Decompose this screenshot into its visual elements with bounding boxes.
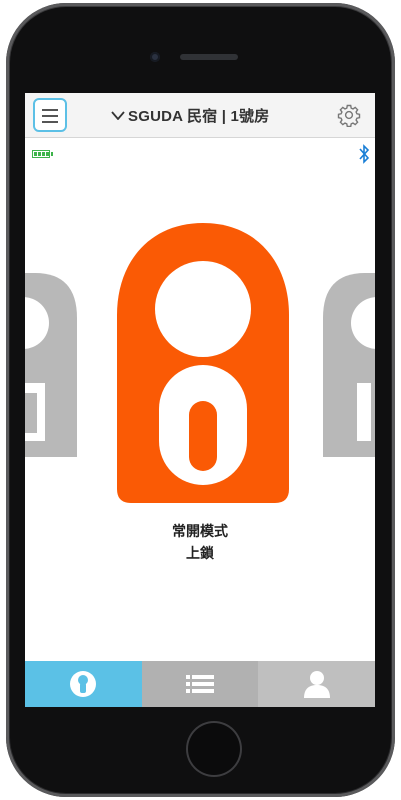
list-tab[interactable] [141,661,259,707]
earpiece-speaker [180,54,238,60]
lock-tab[interactable] [25,661,142,707]
person-icon [303,671,330,698]
gear-icon[interactable] [337,103,361,127]
lock-state-label: 上鎖 [186,545,214,561]
menu-line-icon [42,121,58,123]
front-camera [150,52,160,62]
keyhole-icon [70,671,97,697]
bluetooth-icon [359,144,370,164]
home-button[interactable] [186,721,242,777]
lock-option-left[interactable] [25,273,77,457]
bottom-tab-bar [25,661,375,707]
chevron-down-icon [111,110,125,120]
battery-icon [32,150,53,158]
menu-line-icon [42,109,58,111]
app-screen: SGUDA 民宿 | 1號房 常開模式 上鎖 [25,93,375,707]
hamburger-menu-button[interactable] [33,98,67,132]
list-icon [186,675,214,693]
lock-option-right[interactable] [323,273,375,457]
room-selector[interactable]: SGUDA 民宿 | 1號房 [111,105,269,125]
lock-button[interactable] [117,223,289,503]
profile-tab[interactable] [258,661,375,707]
top-bar: SGUDA 民宿 | 1號房 [25,93,375,138]
page-title: SGUDA 民宿 | 1號房 [128,107,270,125]
lock-mode-label: 常開模式 [172,523,228,539]
status-row [25,138,375,164]
menu-line-icon [42,115,58,117]
